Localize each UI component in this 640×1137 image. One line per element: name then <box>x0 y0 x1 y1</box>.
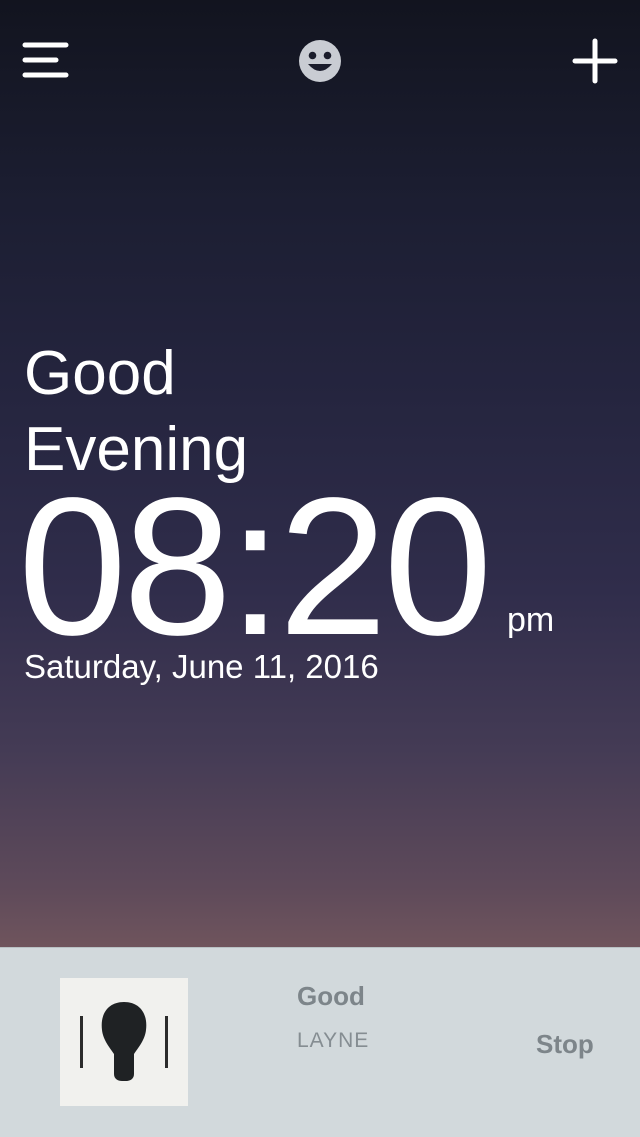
clock-time: 08:20 <box>18 457 492 676</box>
greeting-line-1: Good <box>24 339 176 408</box>
mood-button[interactable] <box>297 38 343 84</box>
alarm-clock-screen: Good Evening 08:20 pm Saturday, June 11,… <box>0 0 640 1137</box>
add-alarm-button[interactable] <box>572 38 618 84</box>
track-title: Good <box>297 981 365 1011</box>
album-art[interactable] <box>60 978 188 1106</box>
track-artist: LAYNE <box>297 1029 370 1052</box>
plus-icon <box>572 38 618 84</box>
clock-display: 08:20 pm <box>18 457 618 676</box>
menu-button[interactable] <box>22 40 70 80</box>
album-cover-icon <box>60 978 188 1106</box>
hamburger-menu-icon <box>22 42 69 78</box>
date-label: Saturday, June 11, 2016 <box>24 648 379 685</box>
top-bar <box>0 0 640 120</box>
now-playing-bar: Good LAYNE Stop <box>0 947 640 1137</box>
smiley-face-icon <box>299 40 341 82</box>
stop-button[interactable]: Stop <box>536 1028 594 1060</box>
clock-ampm: pm <box>507 601 555 639</box>
